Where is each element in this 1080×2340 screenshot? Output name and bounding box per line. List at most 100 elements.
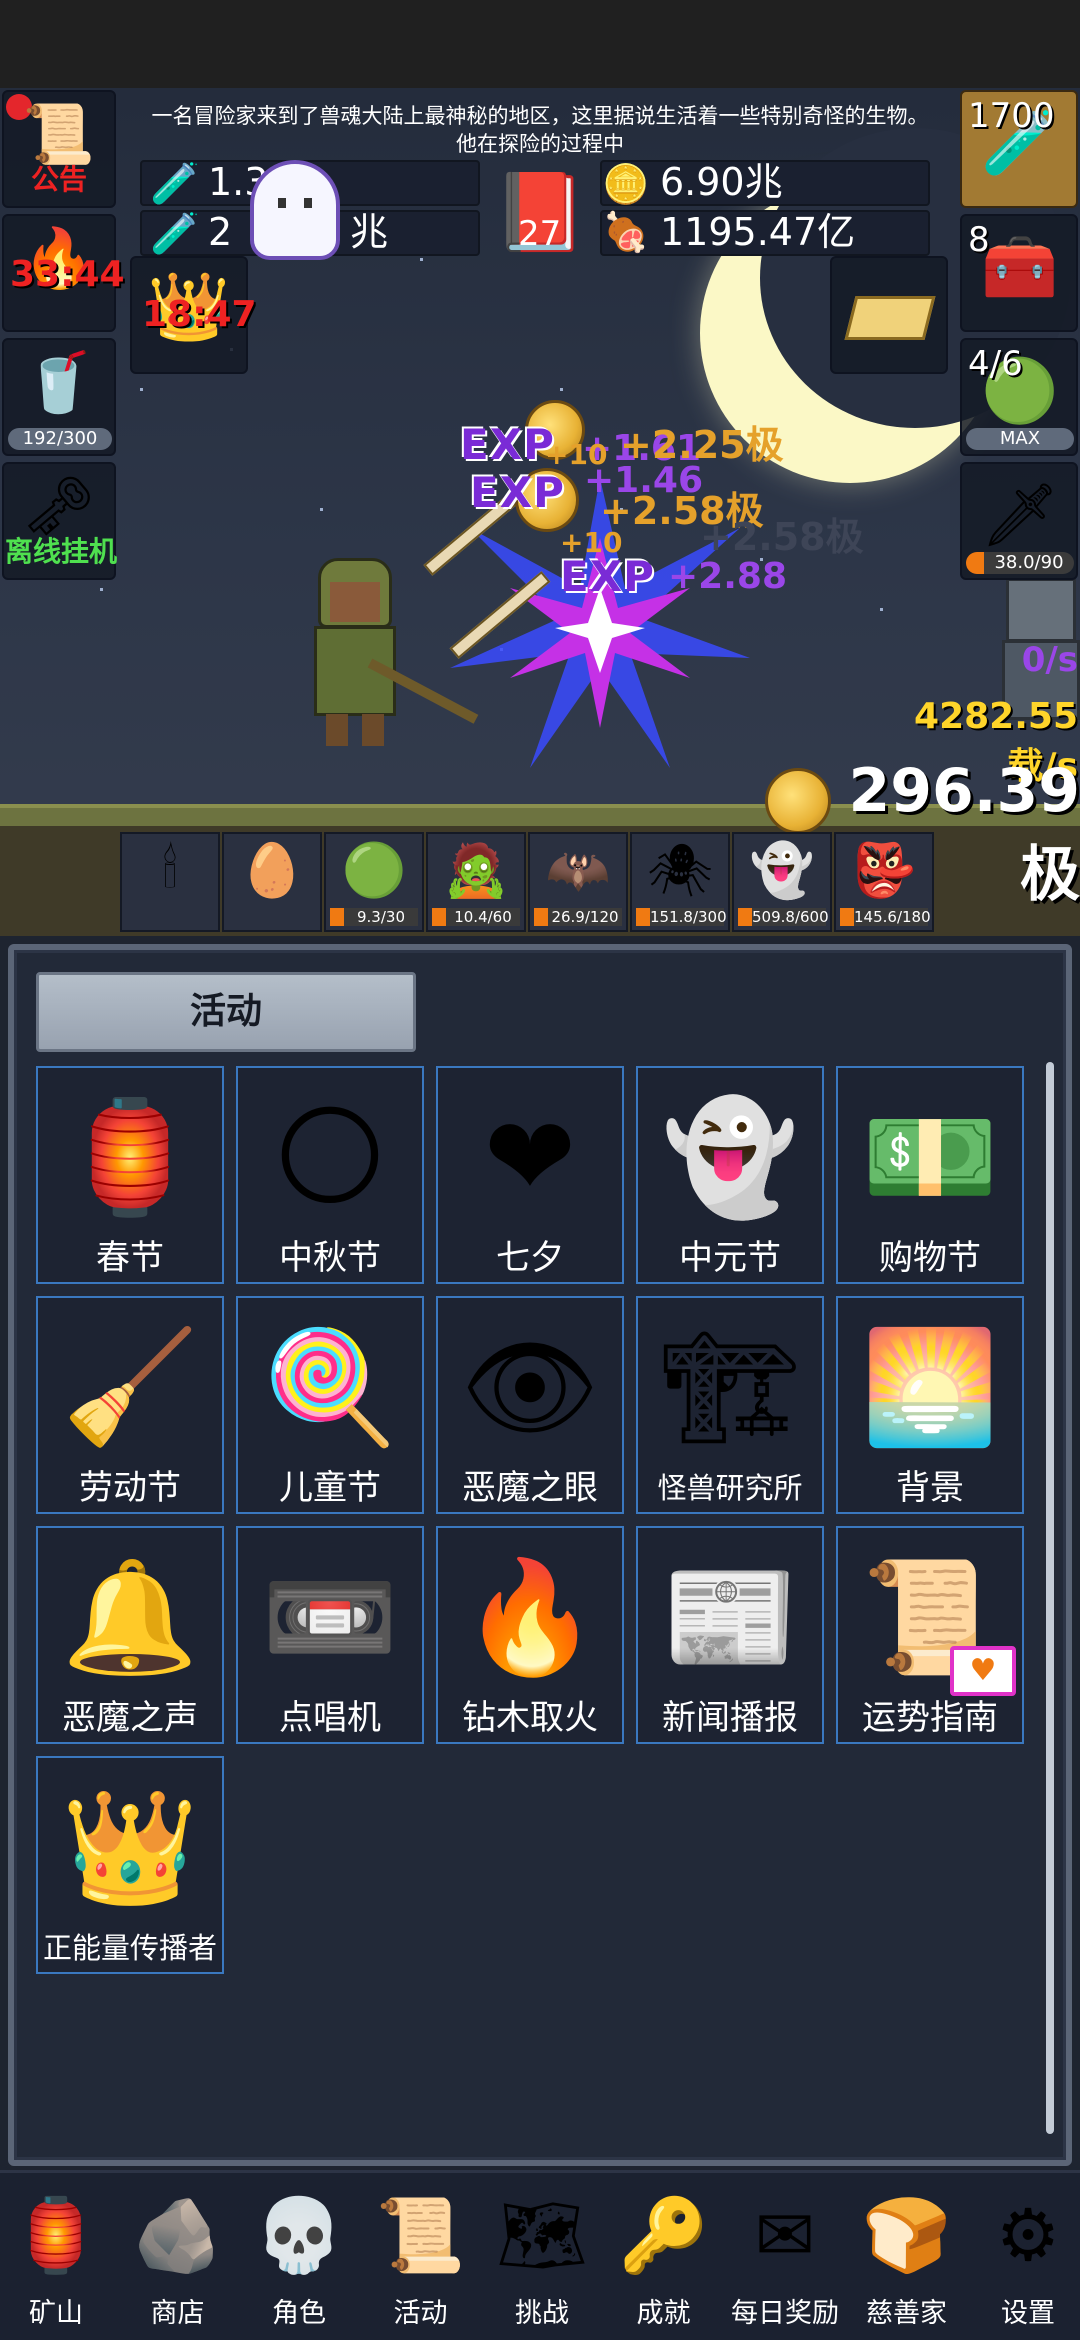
activity-tile[interactable]: 🌅 背景	[836, 1296, 1024, 1514]
potion-count: 1700	[968, 96, 1055, 136]
bottom-nav: 🏮 矿山 🪨 商店 💀 角色 📜 活动 🗺 挑战 🔑 成就 ✉ 每日奖励 🍞 慈善家 ⚙ 设置	[0, 2170, 1080, 2340]
monster-slot[interactable]: 🧟 10.4/60	[426, 832, 526, 932]
nav-item[interactable]: 💀 角色	[239, 2181, 359, 2337]
story-notice: 一名冒险家来到了兽魂大陆上最神秘的地区，这里据说生活着一些特别奇怪的生物。 他在…	[130, 102, 950, 158]
activity-tile[interactable]: 🧹 劳动节	[36, 1296, 224, 1514]
activity-tile[interactable]: ❤ 七夕	[436, 1066, 624, 1284]
activity-tile[interactable]: 📜 运势指南 ♥	[836, 1526, 1024, 1744]
announcement-button[interactable]: 📜 公告	[2, 90, 116, 208]
activity-tile[interactable]: 🔥 钻木取火	[436, 1526, 624, 1744]
nav-item[interactable]: 🍞 慈善家	[847, 2181, 967, 2337]
activity-tile[interactable]: 🔔 恶魔之声	[36, 1526, 224, 1744]
activity-tile[interactable]: 🏗 怪兽研究所	[636, 1296, 824, 1514]
drink-progress: 192/300	[8, 428, 112, 450]
hero-adventurer[interactable]	[300, 558, 479, 748]
nav-item[interactable]: 🪨 商店	[118, 2181, 238, 2337]
drink-button[interactable]: 🥤 192/300	[2, 338, 116, 456]
lantern-icon: 🏮	[61, 1093, 199, 1221]
offline-button[interactable]: 🗝 离线挂机	[2, 462, 117, 580]
green-potion-value: 2	[208, 210, 233, 254]
nav-label: 成就	[636, 2298, 691, 2329]
slime-icon: 🟢	[341, 841, 407, 901]
activity-tile[interactable]: 📼 点唱机	[236, 1526, 424, 1744]
status-bar	[0, 0, 1080, 88]
monster-slot[interactable]: 👻 509.8/600	[732, 832, 832, 932]
gold-bar-button[interactable]	[830, 256, 948, 374]
exp-value: +2.88	[668, 556, 787, 597]
monster-slot[interactable]: 🕯	[120, 832, 220, 932]
new-badge-icon: ♥	[950, 1646, 1016, 1696]
spellbook-count: 27	[518, 214, 562, 254]
letter-icon: ✉	[754, 2193, 816, 2277]
nav-label: 慈善家	[866, 2298, 947, 2329]
gear-icon: ⚙	[995, 2193, 1061, 2277]
exp-popup: EXP	[560, 552, 655, 601]
monster-hp: 10.4/60	[432, 908, 520, 926]
nav-item[interactable]: ⚙ 设置	[968, 2181, 1080, 2337]
activity-tile-label: 正能量传播者	[42, 1931, 217, 1965]
crown-icon: 👑	[61, 1783, 199, 1911]
chest-button[interactable]: 🧰 8	[960, 214, 1078, 332]
bat-icon: 🦇	[545, 841, 611, 901]
exp-popup: EXP	[460, 420, 555, 469]
battle-scene: EXP +1.61 +2.25极 +10 EXP +1.46 +2.58极 +2…	[0, 88, 1080, 936]
potion-button[interactable]: 🧪 1700	[960, 90, 1078, 208]
activity-tile[interactable]: 👑 正能量传播者	[36, 1756, 224, 1974]
activity-tile-label: 钻木取火	[462, 1698, 598, 1738]
gold-popup-faded: +2.58极	[700, 515, 864, 559]
monster-slot[interactable]: 🕷 151.8/300	[630, 832, 730, 932]
activity-tile-label: 运势指南	[862, 1698, 998, 1738]
crown-timer: 18:47	[142, 294, 257, 335]
nav-item[interactable]: 🗺 挑战	[482, 2181, 602, 2337]
slime-button[interactable]: 🟢 4/6 MAX	[960, 338, 1078, 456]
activity-tile[interactable]: 👁 恶魔之眼	[436, 1296, 624, 1514]
activity-tile[interactable]: 💵 购物节	[836, 1066, 1024, 1284]
map-icon: 🗺	[496, 2193, 588, 2277]
activity-tile-label: 恶魔之声	[62, 1698, 198, 1738]
activity-tile[interactable]: 👻 中元节	[636, 1066, 824, 1284]
green-potion-icon: 🧪	[150, 211, 200, 257]
skull-icon: 💀	[254, 2193, 344, 2277]
nav-label: 角色	[272, 2298, 326, 2329]
torch-timer-button[interactable]: 🔥 33:44	[2, 214, 125, 332]
nav-item[interactable]: ✉ 每日奖励	[725, 2181, 845, 2337]
announcement-label: 公告	[30, 163, 87, 196]
activity-tile-label: 中秋节	[279, 1238, 381, 1278]
eye-icon: 👁	[460, 1323, 600, 1451]
lab-icon: 🏗	[660, 1323, 800, 1451]
candle-icon: 🕯	[162, 840, 178, 900]
monster-slot[interactable]: 👺 145.6/180	[834, 832, 934, 932]
monster-slot[interactable]: 🥚	[222, 832, 322, 932]
monster-slot[interactable]: 🟢 9.3/30	[324, 832, 424, 932]
nav-item[interactable]: 🔑 成就	[604, 2181, 724, 2337]
money-icon: 💵	[861, 1093, 999, 1221]
activity-tile[interactable]: 🏮 春节	[36, 1066, 224, 1284]
moon-icon: 🌕	[272, 1093, 388, 1221]
activity-tile[interactable]: 🍭 儿童节	[236, 1296, 424, 1514]
activity-tile[interactable]: 🌕 中秋节	[236, 1066, 424, 1284]
ghost-icon: 👻	[661, 1093, 799, 1221]
bread-icon: 🍞	[861, 2193, 952, 2277]
crown-timer-button[interactable]: 👑 18:47	[130, 256, 257, 374]
activity-tile-label: 怪兽研究所	[657, 1471, 803, 1505]
nav-item[interactable]: 📜 活动	[361, 2181, 481, 2337]
ghost-pet[interactable]	[240, 160, 350, 270]
nav-label: 商店	[150, 2298, 205, 2329]
exp-popup: EXP	[470, 468, 565, 517]
nav-label: 活动	[393, 2298, 448, 2329]
notice-line: 他在探险的过程中	[456, 132, 624, 156]
monster-slot[interactable]: 🦇 26.9/120	[528, 832, 628, 932]
blue-potion-icon: 🧪	[150, 161, 200, 207]
meat-icon: 🍖	[602, 210, 650, 254]
sunset-icon: 🌅	[861, 1323, 999, 1451]
nav-item[interactable]: 🏮 矿山	[0, 2181, 116, 2337]
sword-button[interactable]: 🗡 38.0/90	[960, 462, 1078, 580]
newspaper-icon: 📰	[661, 1553, 799, 1681]
activity-tile[interactable]: 📰 新闻播报	[636, 1526, 824, 1744]
activity-tile-label: 春节	[96, 1238, 164, 1278]
panel-scrollbar[interactable]	[1046, 1062, 1054, 2134]
gold-coin-icon	[765, 768, 831, 834]
sword-progress: 38.0/90	[966, 552, 1074, 574]
activity-tile-label: 儿童节	[279, 1468, 381, 1508]
panel-title: 活动	[36, 972, 416, 1052]
